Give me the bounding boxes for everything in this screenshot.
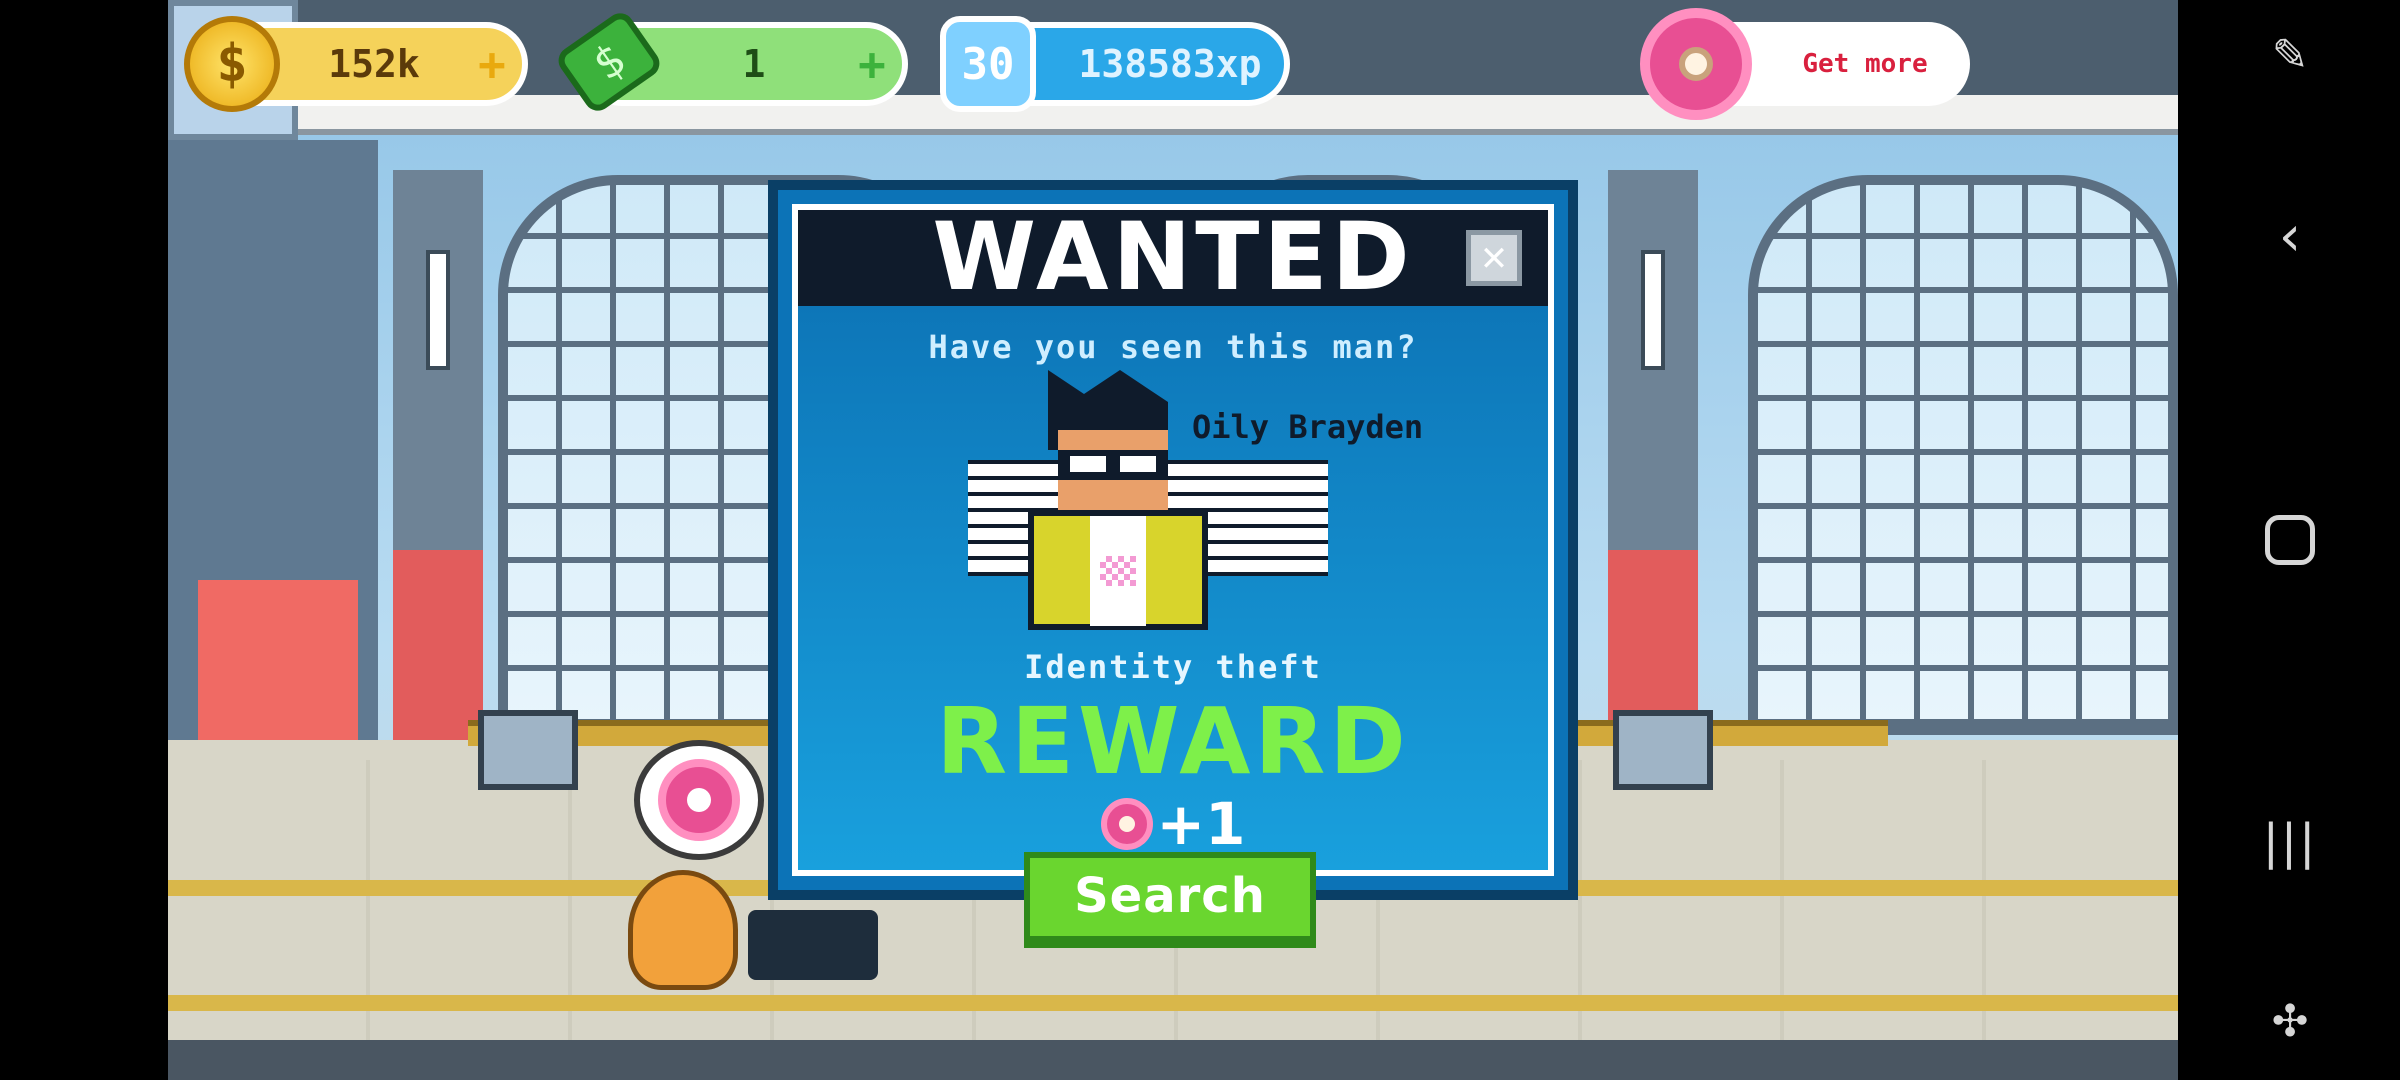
player-legs <box>748 910 878 980</box>
search-button[interactable]: Search <box>1024 852 1316 948</box>
donut-icon <box>658 759 740 841</box>
background-window <box>1748 175 2178 735</box>
level-badge-icon: 30 <box>940 16 1036 112</box>
recents-icon[interactable]: ||| <box>2258 810 2322 874</box>
player-body <box>628 870 738 990</box>
add-cash-button[interactable]: + <box>842 37 902 91</box>
bottom-edge <box>168 1040 2178 1080</box>
add-coins-button[interactable]: + <box>462 37 522 91</box>
close-button[interactable]: ✕ <box>1466 230 1522 286</box>
modal-title: WANTED <box>932 203 1414 312</box>
screen-edit-icon[interactable]: ✎ <box>2258 24 2322 88</box>
sunglasses-icon <box>1058 450 1168 480</box>
suspect-name: Oily Brayden <box>1192 408 1424 446</box>
floor-stripe <box>168 995 2178 1011</box>
pillar <box>1608 170 1698 750</box>
wanted-poster: WANTED ✕ Have you seen this man? Oily Br… <box>792 204 1554 876</box>
wanted-modal: WANTED ✕ Have you seen this man? Oily Br… <box>768 180 1578 900</box>
home-icon[interactable] <box>2258 508 2322 572</box>
system-nav-bar: ✎ ‹ ||| ✣ <box>2178 0 2400 1080</box>
rail-cart <box>1613 710 1713 790</box>
get-more-label: Get more <box>1802 49 1928 79</box>
rail-cart <box>478 710 578 790</box>
suspect-portrait <box>1028 370 1208 630</box>
coins-value: 152k <box>328 42 420 86</box>
modal-header: WANTED ✕ <box>798 210 1548 306</box>
reward-row: +1 <box>798 790 1548 858</box>
left-wall <box>168 140 378 840</box>
reward-amount: +1 <box>1156 790 1246 858</box>
game-tools-icon[interactable]: ✣ <box>2258 990 2322 1054</box>
pillar <box>393 170 483 750</box>
donut-icon <box>1100 798 1153 850</box>
xp-value: 138583xp <box>1078 42 1262 86</box>
modal-subtitle: Have you seen this man? <box>928 328 1418 366</box>
speech-bubble <box>634 740 764 860</box>
back-icon[interactable]: ‹ <box>2258 205 2322 269</box>
crime-label: Identity theft <box>1024 648 1322 686</box>
reward-title: REWARD <box>936 688 1410 795</box>
donut-icon <box>1640 8 1752 120</box>
cash-value: 1 <box>742 42 766 86</box>
coin-icon: $ <box>184 16 280 112</box>
